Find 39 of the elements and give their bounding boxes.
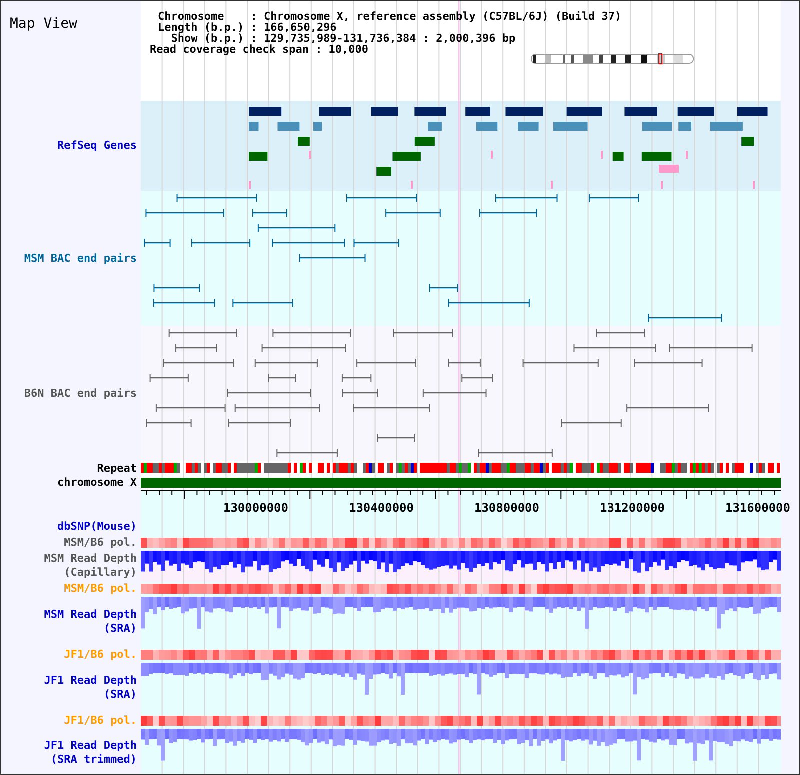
marker-tick bbox=[661, 181, 663, 189]
axis-label: 131200000 bbox=[600, 501, 666, 515]
gene-row-drawing bbox=[376, 167, 392, 176]
track-label: (Capillary) bbox=[64, 566, 137, 580]
track-label: B6N BAC end pairs bbox=[24, 386, 137, 400]
info-line: Chromosome : Chromosome X, reference assembly (C57BL/6J) (Build 37) bbox=[157, 11, 623, 22]
info-line: Read coverage check span : 10,000 bbox=[149, 44, 369, 55]
track-label: MSM Read Depth bbox=[44, 608, 137, 622]
map-view-title: Map View bbox=[10, 16, 78, 32]
track-label: Repeat bbox=[97, 462, 137, 476]
track-label: (SRA trimmed) bbox=[50, 753, 137, 767]
marker-tick bbox=[753, 181, 755, 189]
marker-tick bbox=[686, 151, 688, 159]
track-label: dbSNP(Mouse) bbox=[58, 520, 137, 534]
track-label: JF1/B6 pol. bbox=[64, 714, 137, 728]
track-label: MSM Read Depth bbox=[44, 552, 137, 566]
track-label: JF1/B6 pol. bbox=[64, 648, 137, 662]
marker-tick bbox=[411, 181, 413, 189]
track-label: (SRA) bbox=[104, 688, 137, 702]
track-label: MSM/B6 pol. bbox=[64, 536, 137, 550]
track-label: (SRA) bbox=[104, 622, 137, 636]
axis-label: 130000000 bbox=[223, 501, 289, 515]
marker-tick bbox=[601, 151, 603, 159]
axis-label: 130800000 bbox=[474, 501, 540, 515]
info-line: Show (b.p.) : 129,735,989-131,736,384 : 2,000,396 bp bbox=[171, 33, 517, 44]
axis-label: 130400000 bbox=[348, 501, 414, 515]
marker-tick bbox=[249, 181, 251, 189]
track-label: JF1 Read Depth bbox=[44, 674, 137, 688]
marker-block bbox=[659, 165, 679, 173]
track-label: MSM/B6 pol. bbox=[64, 582, 137, 596]
marker-tick bbox=[491, 151, 493, 159]
track-label: chromosome X bbox=[58, 476, 137, 490]
track-label: RefSeq Genes bbox=[58, 139, 137, 153]
track-label: MSM BAC end pairs bbox=[24, 252, 137, 266]
track-label: JF1 Read Depth bbox=[44, 739, 137, 753]
axis-label: 131600000 bbox=[725, 501, 791, 515]
marker-tick bbox=[551, 181, 553, 189]
info-line: Length (b.p.) : 166,650,296 bbox=[157, 22, 337, 33]
marker-tick bbox=[309, 151, 311, 159]
